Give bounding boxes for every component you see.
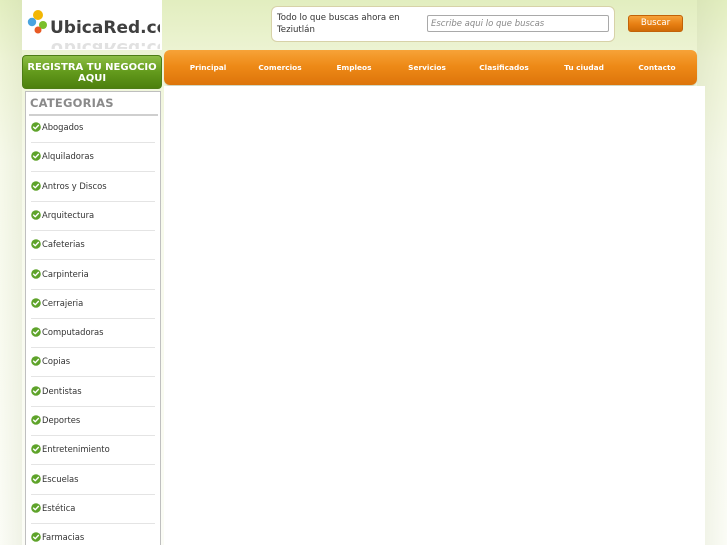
check-circle-icon <box>31 503 41 513</box>
category-label: Escuelas <box>42 473 79 484</box>
main-nav: Principal Comercios Empleos Servicios Cl… <box>164 50 697 85</box>
logo-graphic: UbicaRed.com UbicaRed.com <box>27 10 160 49</box>
category-item[interactable]: Abogados <box>31 119 155 143</box>
category-label: Cerrajeria <box>42 297 84 308</box>
category-label: Dentistas <box>42 385 82 396</box>
category-item[interactable]: Carpinteria <box>31 266 155 290</box>
categories-sidebar: CATEGORIAS Abogados Alquiladoras Antros y … <box>25 91 161 545</box>
category-label: Arquitectura <box>42 209 95 220</box>
nav-item-contacto[interactable]: Contacto <box>638 50 675 85</box>
check-circle-icon <box>31 122 41 132</box>
logo-text: UbicaRed.com <box>50 18 160 38</box>
site-logo[interactable]: UbicaRed.com UbicaRed.com <box>22 0 162 50</box>
category-item[interactable]: Escuelas <box>31 471 155 495</box>
category-item[interactable]: Cafeterias <box>31 236 155 261</box>
category-label: Carpinteria <box>42 268 89 279</box>
nav-item-empleos[interactable]: Empleos <box>336 50 371 85</box>
register-business-button[interactable]: REGISTRA TU NEGOCIO AQUI <box>22 55 162 89</box>
check-circle-icon <box>31 415 41 425</box>
category-label: Farmacias <box>42 532 85 543</box>
check-circle-icon <box>31 385 41 396</box>
category-item[interactable]: Estética <box>31 500 155 524</box>
check-circle-icon <box>31 297 41 308</box>
category-label: Cafeterias <box>42 239 85 250</box>
nav-item-clasificados[interactable]: Clasificados <box>479 50 529 85</box>
sidebar-title: CATEGORIAS <box>30 96 114 110</box>
check-circle-icon <box>31 532 41 542</box>
category-item[interactable]: Entretenimiento <box>31 441 155 466</box>
category-item[interactable]: Dentistas <box>31 383 155 407</box>
category-label: Computadoras <box>42 327 104 338</box>
nav-item-principal[interactable]: Principal <box>190 50 227 85</box>
category-item[interactable]: Farmacias <box>31 529 155 545</box>
search-panel: Todo lo que buscas ahora en Teziutlán <box>271 6 615 42</box>
category-item[interactable]: Antros y Discos <box>31 178 155 202</box>
check-circle-icon <box>31 239 41 249</box>
check-circle-icon <box>31 473 41 484</box>
nav-item-tu-ciudad[interactable]: Tu ciudad <box>564 50 604 85</box>
category-item[interactable]: Deportes <box>31 412 155 436</box>
category-label: Estética <box>42 502 76 513</box>
check-circle-icon <box>31 151 41 162</box>
category-item[interactable]: Computadoras <box>31 324 155 349</box>
category-label: Deportes <box>42 415 81 425</box>
sidebar-title-divider <box>29 114 158 116</box>
nav-item-servicios[interactable]: Servicios <box>408 50 446 85</box>
search-input[interactable] <box>427 15 609 32</box>
category-label: Copias <box>42 356 71 367</box>
search-prompt: Todo lo que buscas ahora en Teziutlán <box>277 13 400 35</box>
category-item[interactable]: Cerrajeria <box>31 295 155 319</box>
check-circle-icon <box>31 444 41 455</box>
logo-reflection: UbicaRed.com <box>50 38 160 49</box>
check-circle-icon <box>31 268 41 279</box>
category-label: Antros y Discos <box>42 180 107 191</box>
category-item[interactable]: Alquiladoras <box>31 148 155 173</box>
page-shadow-left <box>0 0 22 545</box>
main-content <box>164 86 705 545</box>
search-button[interactable]: Buscar <box>628 15 683 32</box>
category-label: Abogados <box>42 122 84 132</box>
category-label: Entretenimiento <box>42 444 110 455</box>
category-item[interactable]: Copias <box>31 353 155 378</box>
category-item[interactable]: Arquitectura <box>31 207 155 231</box>
check-circle-icon <box>31 210 41 220</box>
nav-item-comercios[interactable]: Comercios <box>258 50 301 85</box>
check-circle-icon <box>31 180 41 191</box>
check-circle-icon <box>31 327 41 337</box>
category-label: Alquiladoras <box>42 151 94 162</box>
check-circle-icon <box>31 356 41 367</box>
